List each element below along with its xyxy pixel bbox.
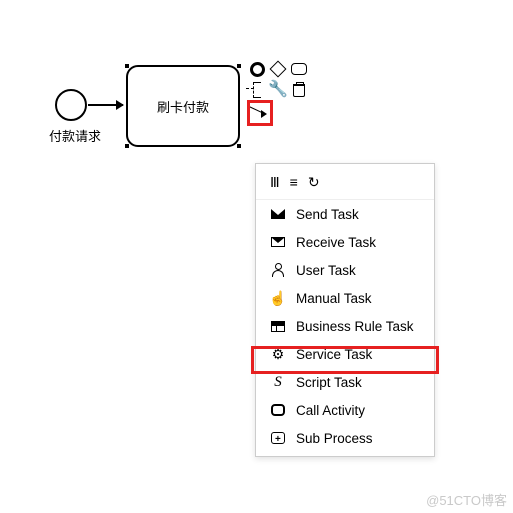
menu-item-call-activity[interactable]: Call Activity (256, 396, 434, 424)
menu-item-user-task[interactable]: User Task (256, 256, 434, 284)
menu-item-label: User Task (296, 263, 356, 278)
call-activity-icon (270, 402, 286, 418)
task-shape-icon[interactable] (290, 60, 308, 78)
menu-item-label: Receive Task (296, 235, 376, 250)
selection-handle[interactable] (125, 64, 129, 68)
selection-handle[interactable] (237, 64, 241, 68)
task-label: 刷卡付款 (157, 97, 209, 116)
annotation-icon[interactable] (248, 81, 266, 99)
menu-item-label: Business Rule Task (296, 319, 414, 334)
user-icon (270, 262, 286, 278)
start-event-label: 付款请求 (40, 126, 110, 145)
table-icon (270, 318, 286, 334)
end-event-icon[interactable] (248, 60, 266, 78)
trash-icon[interactable] (290, 81, 308, 99)
watermark: @51CTO博客 (426, 490, 507, 509)
menu-item-label: Manual Task (296, 291, 372, 306)
script-icon: S (270, 374, 286, 390)
type-menu: Ⅲ ≡ ↻ Send Task Receive Task User Task ☝… (255, 163, 435, 457)
menu-item-label: Script Task (296, 375, 362, 390)
start-event[interactable] (55, 89, 87, 121)
sub-process-icon (270, 430, 286, 446)
gateway-icon[interactable] (269, 60, 287, 78)
mail-filled-icon (270, 206, 286, 222)
menu-item-manual-task[interactable]: ☝ Manual Task (256, 284, 434, 312)
menu-item-receive-task[interactable]: Receive Task (256, 228, 434, 256)
menu-item-sub-process[interactable]: Sub Process (256, 424, 434, 452)
menu-item-label: Sub Process (296, 431, 373, 446)
menu-item-send-task[interactable]: Send Task (256, 200, 434, 228)
parallel-marker-icon[interactable]: Ⅲ (270, 174, 280, 191)
menu-item-service-task[interactable]: ⚙ Service Task (256, 340, 434, 368)
sequential-marker-icon[interactable]: ≡ (290, 174, 298, 191)
menu-item-business-rule-task[interactable]: Business Rule Task (256, 312, 434, 340)
hand-icon: ☝ (270, 290, 286, 306)
gear-icon: ⚙ (270, 346, 286, 362)
wrench-icon[interactable]: 🔧 (269, 81, 287, 99)
selection-handle[interactable] (125, 144, 129, 148)
diagram-canvas[interactable]: 付款请求 刷卡付款 🔧 Ⅲ ≡ ↻ Send Ta (0, 0, 513, 513)
menu-item-label: Send Task (296, 207, 359, 222)
sequence-flow-arrow[interactable] (88, 104, 123, 106)
task-node[interactable]: 刷卡付款 (126, 65, 240, 147)
menu-item-label: Call Activity (296, 403, 365, 418)
mail-outline-icon (270, 234, 286, 250)
menu-header: Ⅲ ≡ ↻ (256, 168, 434, 200)
loop-marker-icon[interactable]: ↻ (308, 174, 320, 191)
menu-item-script-task[interactable]: S Script Task (256, 368, 434, 396)
highlight-wrench (247, 100, 273, 126)
menu-item-label: Service Task (296, 347, 372, 362)
selection-handle[interactable] (237, 144, 241, 148)
